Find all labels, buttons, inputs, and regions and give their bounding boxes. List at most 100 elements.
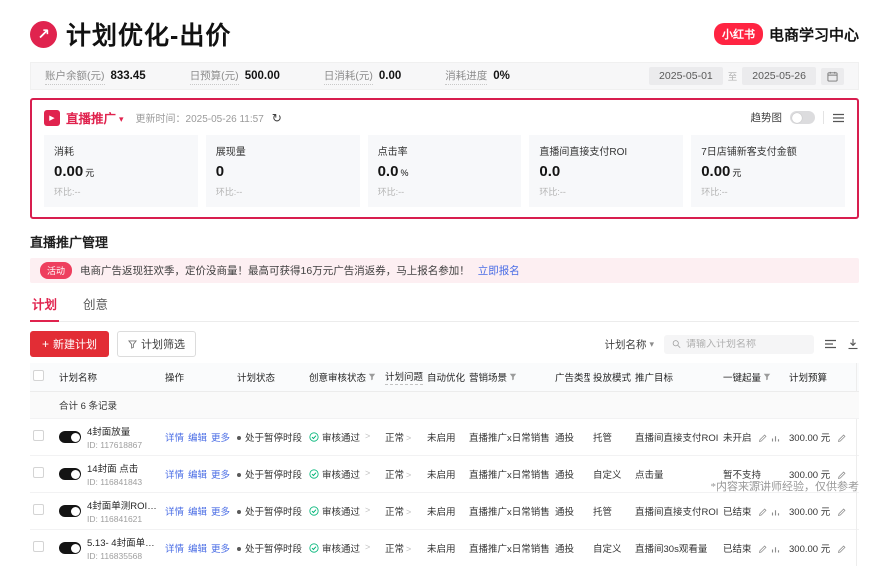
channel-select[interactable]: 直播推广 <box>66 108 124 127</box>
chevron-right-icon[interactable] <box>365 542 370 553</box>
refresh-icon[interactable] <box>272 109 282 127</box>
bar-chart-icon[interactable] <box>771 508 780 517</box>
auto-optimize: 未启用 <box>424 456 466 493</box>
select-all-checkbox[interactable] <box>33 370 44 381</box>
stat-card: 消耗 0.00元 环比:-- <box>44 135 198 207</box>
bar-chart-icon[interactable] <box>771 545 780 554</box>
column-header: 推广目标 <box>632 363 720 392</box>
funnel-icon <box>128 340 137 349</box>
more-link[interactable]: 更多 <box>211 433 230 444</box>
stat-number: 0 <box>216 163 224 180</box>
delivery-mode: 托管 <box>590 493 632 530</box>
filter-funnel-icon[interactable] <box>763 373 771 381</box>
account-metric: 日预算(元) 500.00 <box>190 68 280 85</box>
column-settings-icon[interactable] <box>824 338 837 350</box>
edit-link[interactable]: 编辑 <box>188 470 207 481</box>
trend-toggle[interactable] <box>790 111 815 124</box>
clipped-column <box>856 363 859 392</box>
plan-search-box <box>664 335 814 354</box>
edit-link[interactable]: 编辑 <box>188 433 207 444</box>
column-label: 广告类型 <box>555 370 590 384</box>
plan-name[interactable]: 4封面单测ROI 基础+家居 <box>87 498 159 512</box>
tab-creative[interactable]: 创意 <box>81 287 110 321</box>
plan-issue: 正常 <box>385 507 404 518</box>
account-metric: 消耗进度 0% <box>445 68 510 85</box>
edit-pencil-icon[interactable] <box>837 434 846 443</box>
plan-enabled-toggle[interactable] <box>59 505 81 517</box>
calendar-icon[interactable] <box>821 68 844 85</box>
edit-link[interactable]: 编辑 <box>188 507 207 518</box>
chevron-right-icon[interactable] <box>406 470 411 481</box>
stat-compare: 环比:-- <box>539 185 673 198</box>
check-circle-icon <box>309 506 319 516</box>
title-block: 计划优化-出价 <box>30 16 231 52</box>
more-link[interactable]: 更多 <box>211 507 230 518</box>
plan-enabled-toggle[interactable] <box>59 542 81 554</box>
edit-pencil-icon[interactable] <box>837 545 846 554</box>
date-end-input[interactable]: 2025-05-26 <box>742 67 816 85</box>
row-actions: 详情编辑更多 <box>162 530 234 566</box>
chevron-right-icon[interactable] <box>365 431 370 442</box>
plan-enabled-toggle[interactable] <box>59 468 81 480</box>
plan-name[interactable]: 5.13- 4封面单测 基础+家居_20250... <box>87 535 159 549</box>
brand-logo: 小红书 电商学习中心 <box>714 23 859 45</box>
edit-link[interactable]: 编辑 <box>188 544 207 555</box>
detail-link[interactable]: 详情 <box>165 433 184 444</box>
divider <box>823 111 824 124</box>
status-dot <box>237 473 241 477</box>
plan-name[interactable]: 14封面 点击 <box>87 461 142 475</box>
date-range-picker: 2025-05-01 至 2025-05-26 <box>649 67 844 85</box>
chevron-right-icon[interactable] <box>365 505 370 516</box>
row-checkbox[interactable] <box>33 541 44 552</box>
stat-unit: 元 <box>85 168 94 178</box>
stat-value: 0.00元 <box>54 163 188 180</box>
date-start-input[interactable]: 2025-05-01 <box>649 67 723 85</box>
column-header: 营销场景 <box>466 363 552 392</box>
edit-pencil-icon[interactable] <box>758 545 767 554</box>
ad-type: 通投 <box>552 493 590 530</box>
more-link[interactable]: 更多 <box>211 544 230 555</box>
row-checkbox[interactable] <box>33 467 44 478</box>
chevron-right-icon[interactable] <box>406 433 411 444</box>
stat-label: 7日店铺新客支付金额 <box>701 143 835 158</box>
chevron-right-icon[interactable] <box>406 544 411 555</box>
search-field-select[interactable]: 计划名称 <box>604 337 654 352</box>
plus-icon <box>42 337 49 351</box>
plans-table: 计划名称 操作 计划状态 创意审核状态 计划问题 自动优化 营销场景 <box>30 363 859 566</box>
stat-number: 0.0 <box>539 163 560 180</box>
filter-funnel-icon[interactable] <box>509 373 517 381</box>
detail-link[interactable]: 详情 <box>165 544 184 555</box>
auto-optimize: 未启用 <box>424 419 466 456</box>
column-label: 自动优化 <box>427 370 465 384</box>
table-row: 5.13- 4封面单测 基础+家居_20250... ID: 116835568… <box>30 530 859 566</box>
new-plan-button[interactable]: 新建计划 <box>30 331 109 357</box>
delivery-mode: 自定义 <box>590 530 632 566</box>
edit-pencil-icon[interactable] <box>837 508 846 517</box>
list-view-icon[interactable] <box>832 112 845 124</box>
plan-name[interactable]: 4封面放量 <box>87 424 142 438</box>
chevron-right-icon[interactable] <box>406 507 411 518</box>
row-checkbox[interactable] <box>33 504 44 515</box>
detail-link[interactable]: 详情 <box>165 470 184 481</box>
promotion-goal: 直播间直接支付ROI <box>632 419 720 456</box>
tab-plan[interactable]: 计划 <box>30 287 59 322</box>
detail-link[interactable]: 详情 <box>165 507 184 518</box>
plan-status: 处于暂停时段 <box>245 470 302 481</box>
plan-issue: 正常 <box>385 433 404 444</box>
new-plan-label: 新建计划 <box>53 336 97 352</box>
download-icon[interactable] <box>847 338 859 350</box>
chevron-right-icon[interactable] <box>365 468 370 479</box>
auto-optimize: 未启用 <box>424 493 466 530</box>
stat-card: 直播间直接支付ROI 0.0 环比:-- <box>529 135 683 207</box>
edit-pencil-icon[interactable] <box>758 508 767 517</box>
more-link[interactable]: 更多 <box>211 470 230 481</box>
signup-link[interactable]: 立即报名 <box>478 263 520 278</box>
plan-filter-button[interactable]: 计划筛选 <box>117 331 196 357</box>
table-row: 4封面放量 ID: 117618867 详情编辑更多 处于暂停时段 审核通过 正… <box>30 419 859 456</box>
plan-search-input[interactable] <box>686 339 806 350</box>
row-checkbox[interactable] <box>33 430 44 441</box>
plan-enabled-toggle[interactable] <box>59 431 81 443</box>
bar-chart-icon[interactable] <box>771 434 780 443</box>
edit-pencil-icon[interactable] <box>758 434 767 443</box>
filter-funnel-icon[interactable] <box>368 373 376 381</box>
